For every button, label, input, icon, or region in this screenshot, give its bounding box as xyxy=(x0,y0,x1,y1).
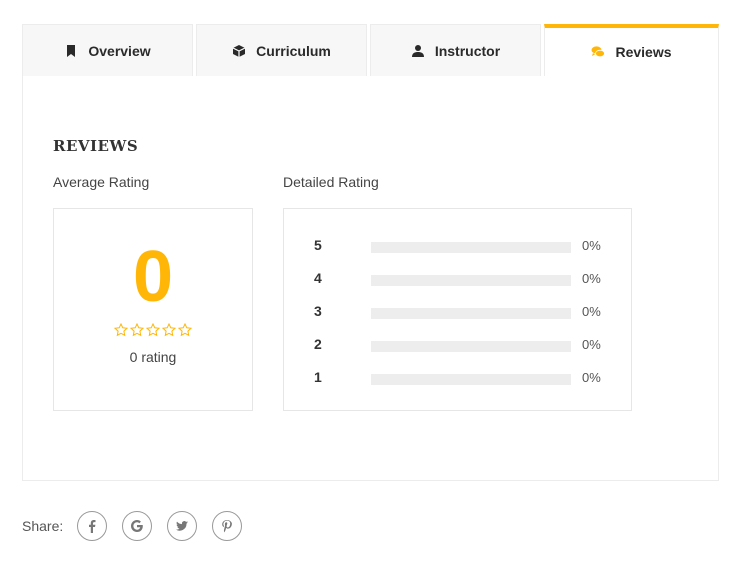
tab-reviews[interactable]: Reviews xyxy=(544,24,719,76)
rating-bar xyxy=(371,341,571,352)
rating-bar xyxy=(371,242,571,253)
course-tabs: Overview Curriculum Instructor Reviews xyxy=(22,24,719,76)
star-icon xyxy=(162,323,176,337)
star-icon xyxy=(114,323,128,337)
share-google-button[interactable] xyxy=(122,511,153,541)
average-rating-box: 0 0 rating xyxy=(53,208,253,411)
rating-percent: 0% xyxy=(582,304,601,319)
tab-curriculum[interactable]: Curriculum xyxy=(196,24,367,76)
rating-stars: 1 xyxy=(314,369,322,385)
rating-bar xyxy=(371,308,571,319)
rating-percent: 0% xyxy=(582,238,601,253)
rating-row: 5 0% xyxy=(284,237,631,257)
share-pinterest-button[interactable] xyxy=(212,511,243,541)
tab-overview[interactable]: Overview xyxy=(22,24,193,76)
pinterest-icon xyxy=(222,520,233,533)
rating-stars: 5 xyxy=(314,237,322,253)
comments-icon xyxy=(591,45,606,59)
rating-bar xyxy=(371,275,571,286)
rating-count: 0 rating xyxy=(129,349,177,365)
star-icon xyxy=(178,323,192,337)
tab-label: Overview xyxy=(88,42,151,59)
share-facebook-button[interactable] xyxy=(77,511,108,541)
reviews-panel: REVIEWS Average Rating Detailed Rating 0… xyxy=(22,76,719,481)
rating-row: 4 0% xyxy=(284,270,631,290)
star-rating xyxy=(54,323,252,337)
tab-label: Curriculum xyxy=(256,42,331,59)
rating-stars: 3 xyxy=(314,303,322,319)
cube-icon xyxy=(232,44,246,58)
reviews-heading: REVIEWS xyxy=(53,137,139,155)
rating-percent: 0% xyxy=(582,271,601,286)
google-icon xyxy=(131,520,144,532)
average-rating-value: 0 xyxy=(132,237,174,317)
rating-bar xyxy=(371,374,571,385)
share-twitter-button[interactable] xyxy=(167,511,198,541)
facebook-icon xyxy=(89,520,96,533)
rating-percent: 0% xyxy=(582,370,601,385)
star-icon xyxy=(146,323,160,337)
twitter-icon xyxy=(176,521,189,531)
rating-stars: 2 xyxy=(314,336,322,352)
detailed-rating-box: 5 0% 4 0% 3 0% 2 0% 1 0% xyxy=(283,208,632,411)
tab-instructor[interactable]: Instructor xyxy=(370,24,541,76)
rating-row: 3 0% xyxy=(284,303,631,323)
rating-row: 2 0% xyxy=(284,336,631,356)
rating-stars: 4 xyxy=(314,270,322,286)
average-rating-label: Average Rating xyxy=(53,174,150,190)
rating-percent: 0% xyxy=(582,337,601,352)
tab-label: Reviews xyxy=(615,44,672,60)
tab-label: Instructor xyxy=(434,42,501,59)
star-icon xyxy=(130,323,144,337)
share-bar: Share: xyxy=(22,510,257,542)
user-icon xyxy=(411,44,425,58)
bookmark-icon xyxy=(64,44,78,58)
share-label: Share: xyxy=(22,518,64,534)
detailed-rating-label: Detailed Rating xyxy=(283,174,379,190)
rating-row: 1 0% xyxy=(284,369,631,389)
